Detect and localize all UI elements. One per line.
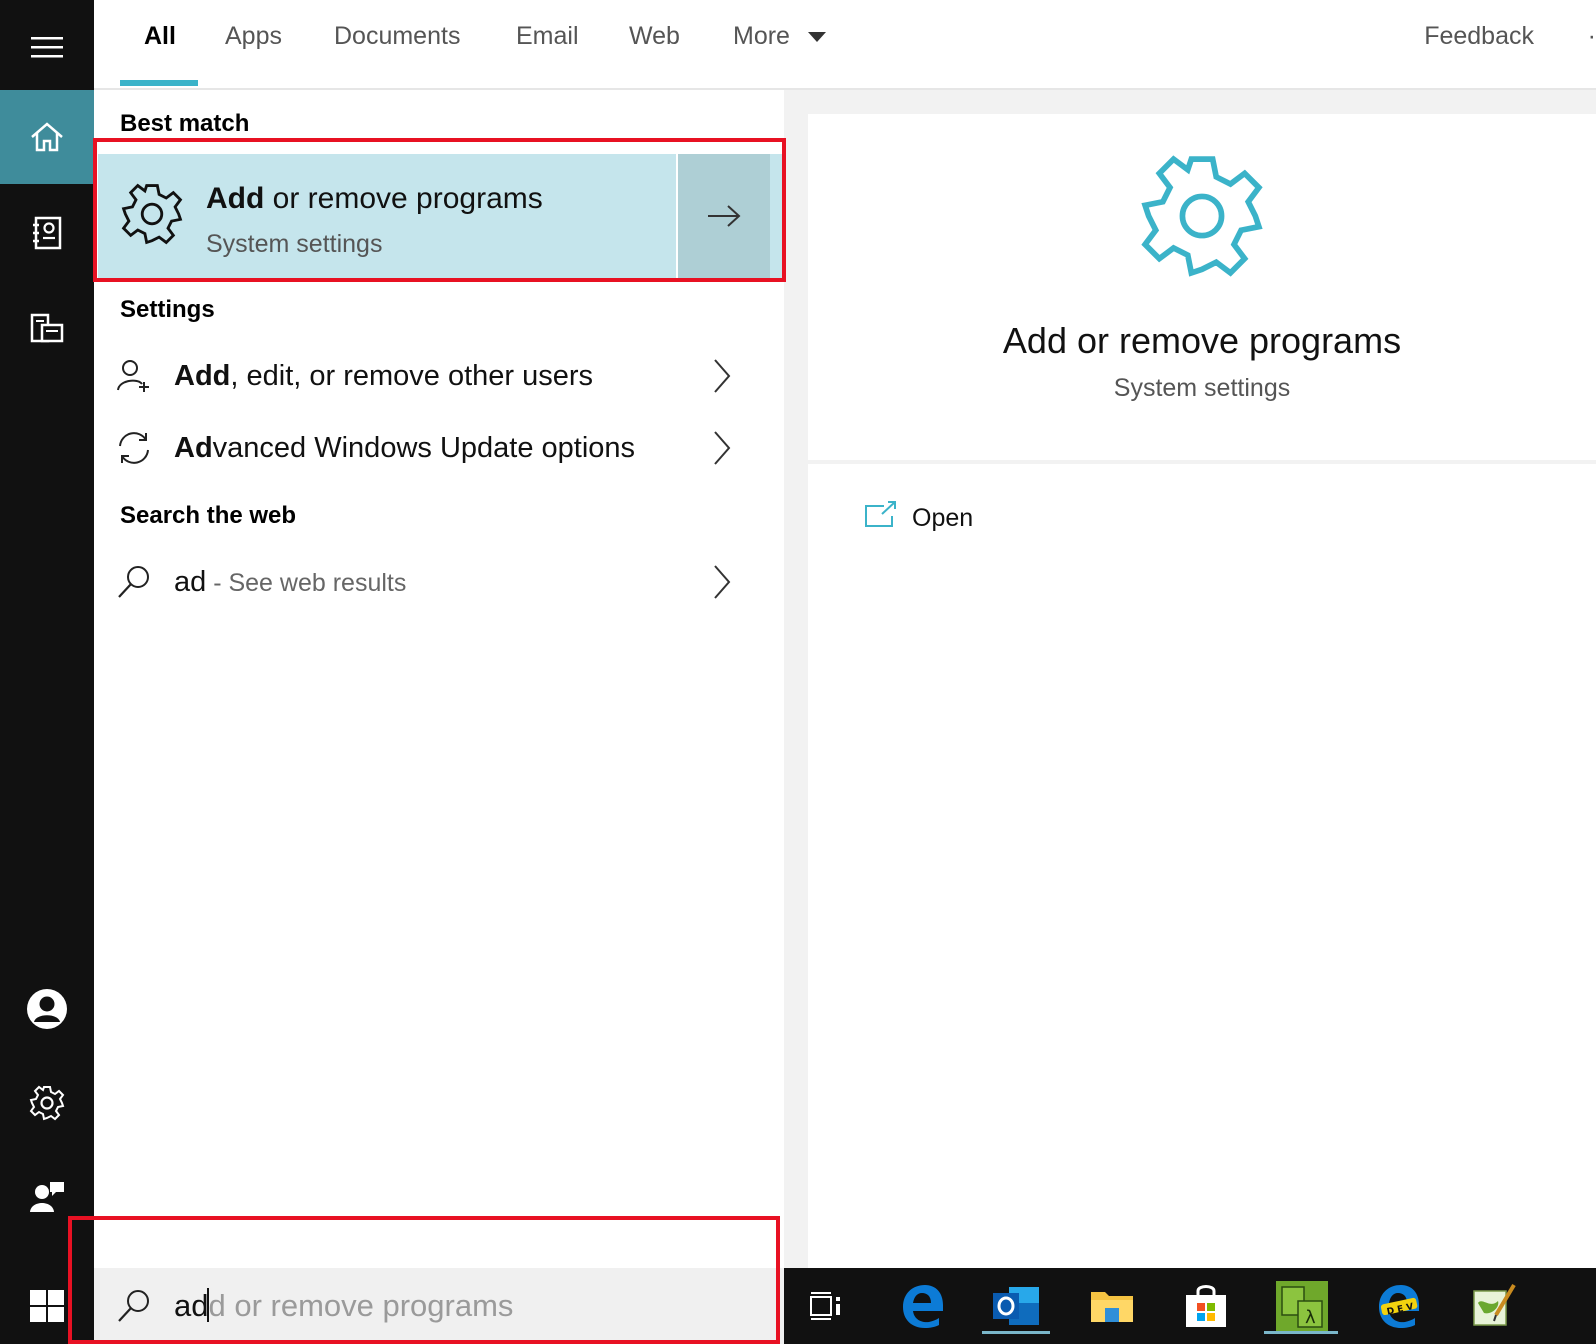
taskbar-store[interactable] [1178,1278,1234,1334]
list-item[interactable]: Add, edit, or remove other users [94,340,784,410]
add-user-icon [117,360,149,392]
tab-all[interactable]: All [144,22,176,51]
sync-icon [119,432,149,464]
taskbar-file-explorer[interactable] [1084,1278,1140,1334]
app-lambda-icon: λ [1276,1281,1328,1331]
highlight-best-match [93,138,786,282]
file-explorer-icon [1091,1292,1133,1322]
preview-subtitle: System settings [1113,374,1291,402]
search-web-heading: Search the web [120,502,297,529]
active-tab-indicator [120,80,198,86]
chevron-right-icon [714,431,731,465]
edge-dev-icon: D E V [1379,1285,1419,1328]
taskbar: λ D E V [784,1268,1596,1344]
devices-icon [30,313,64,343]
feedback-link[interactable]: Feedback [1424,22,1534,51]
notebook-icon [33,216,62,250]
taskbar-edge[interactable] [894,1278,950,1334]
tab-apps[interactable]: Apps [225,22,282,51]
tab-documents[interactable]: Documents [334,22,460,51]
outlook-icon [993,1287,1039,1325]
menu-button[interactable] [0,0,94,94]
notebook-button[interactable] [0,186,94,280]
highlight-search-box [68,1216,780,1344]
tab-email[interactable]: Email [516,22,579,51]
gear-icon [1141,155,1263,277]
tab-web[interactable]: Web [629,22,680,51]
chevron-right-icon [714,565,731,599]
store-icon [1186,1285,1226,1327]
person-feedback-icon [30,1182,64,1212]
home-button[interactable] [0,90,94,184]
taskbar-outlook[interactable] [982,1278,1050,1334]
web-search-item[interactable]: ad - See web results [94,548,784,618]
hamburger-icon [31,37,63,58]
task-view-icon [810,1292,840,1320]
list-item-label: Add, edit, or remove other users [174,360,594,392]
open-action[interactable]: Open [848,488,1148,548]
search-icon [118,566,149,598]
running-indicator [1264,1331,1338,1334]
list-item[interactable]: Advanced Windows Update options [94,412,784,482]
tab-more[interactable]: More [733,22,790,51]
account-button[interactable] [0,962,94,1056]
notepad-icon [1473,1283,1516,1326]
gear-icon [29,1085,65,1121]
open-external-icon [865,501,896,527]
list-item-label: Advanced Windows Update options [174,432,636,464]
left-rail [0,0,94,1344]
open-label: Open [912,504,974,532]
best-match-heading: Best match [120,110,250,137]
devices-button[interactable] [0,282,94,376]
home-icon [31,122,63,152]
settings-heading: Settings [120,296,215,323]
taskbar-edge-dev[interactable]: D E V [1370,1278,1426,1334]
user-avatar-icon [27,989,67,1029]
preview-actions: Open [808,464,1596,1268]
chevron-right-icon [714,359,731,393]
chevron-down-icon [808,32,826,42]
preview-title: Add or remove programs [1002,320,1402,361]
taskbar-lambda-app[interactable]: λ [1264,1278,1338,1334]
windows-logo-icon [30,1290,64,1322]
running-indicator [982,1331,1050,1334]
settings-button[interactable] [0,1056,94,1150]
svg-text:λ: λ [1305,1307,1316,1328]
taskbar-notepad[interactable] [1466,1278,1522,1334]
filter-bar: All Apps Documents Email Web More Feedba… [94,0,1596,90]
edge-icon [903,1285,943,1328]
web-query: ad - See web results [174,566,407,598]
preview-header: Add or remove programs System settings [808,114,1596,460]
task-view-button[interactable] [798,1278,854,1334]
more-options-button[interactable]: · [1588,22,1596,51]
